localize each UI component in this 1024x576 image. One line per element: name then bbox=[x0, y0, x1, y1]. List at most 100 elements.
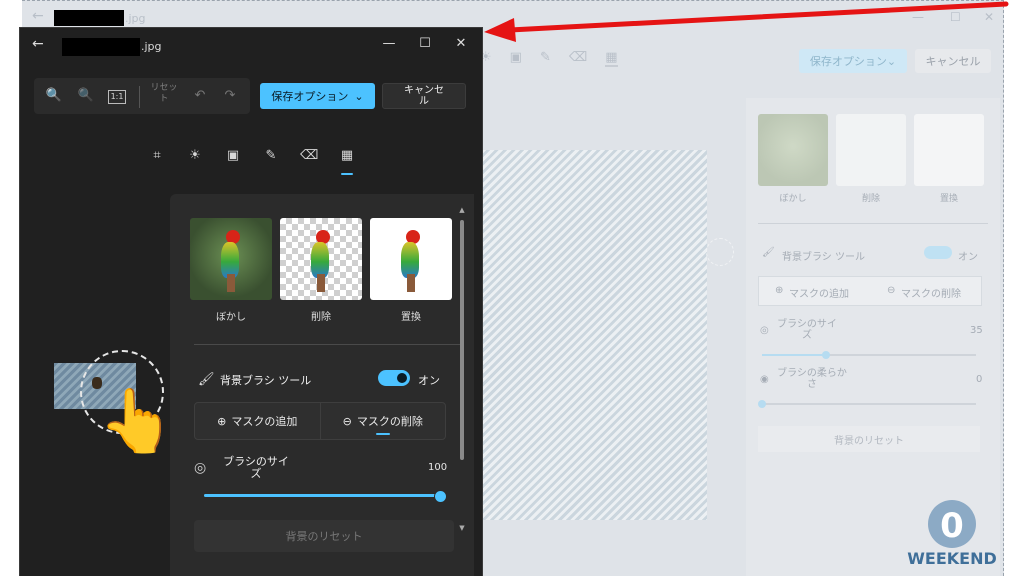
zoom-out-icon[interactable]: 🔍 bbox=[76, 86, 96, 106]
remove-mask-label: マスクの削除 bbox=[356, 415, 423, 428]
adjust-icon[interactable]: ☀ bbox=[186, 148, 204, 168]
brush-size-slider-thumb[interactable] bbox=[434, 490, 447, 503]
brush-icon: 🖌 bbox=[198, 372, 215, 387]
parrot-image bbox=[217, 230, 245, 292]
bg-minus-circle-icon: ⊖ bbox=[887, 285, 896, 296]
bg-thumb-replace[interactable] bbox=[914, 114, 984, 186]
bg-remove-mask-button[interactable]: マスクの削除 bbox=[901, 285, 961, 300]
remove-mask-button[interactable]: ⊖ マスクの削除 bbox=[319, 403, 446, 439]
bg-chevron-down-icon: ⌄ bbox=[886, 54, 897, 68]
bg-reset-background-button[interactable]: 背景のリセット bbox=[758, 426, 980, 452]
arrow-shaft bbox=[507, 1, 1009, 33]
brush-size-slider-fill bbox=[204, 494, 440, 497]
back-arrow-icon[interactable]: ← bbox=[32, 36, 44, 52]
cancel-button[interactable]: キャンセル bbox=[382, 83, 466, 109]
brush-size-value: 100 bbox=[428, 462, 448, 473]
bg-thumb-blur[interactable] bbox=[758, 114, 828, 186]
parrot-image bbox=[307, 230, 335, 292]
add-mask-button[interactable]: ⊕ マスクの追加 bbox=[195, 403, 320, 439]
scrollbar-thumb[interactable] bbox=[460, 220, 464, 460]
filter-icon[interactable]: ▣ bbox=[224, 148, 242, 168]
plus-circle-icon: ⊕ bbox=[217, 414, 227, 428]
bg-softness-slider-thumb[interactable] bbox=[758, 400, 766, 408]
bg-softness-label: ブラシの柔らかさ bbox=[777, 368, 847, 390]
reset-background-button[interactable]: 背景のリセット bbox=[194, 520, 454, 552]
file-extension: .jpg bbox=[141, 40, 162, 53]
bg-add-mask-button[interactable]: マスクの追加 bbox=[789, 285, 849, 300]
bg-softness-slider-track[interactable] bbox=[762, 403, 976, 405]
minimize-icon[interactable]: — bbox=[378, 36, 400, 56]
weekend-logo: 0 WEEKEND bbox=[907, 500, 997, 568]
close-icon[interactable]: ✕ bbox=[450, 36, 472, 56]
scroll-down-icon[interactable]: ▼ bbox=[458, 524, 466, 532]
bg-file-extension: .jpg bbox=[125, 12, 146, 25]
bg-photo-canvas[interactable] bbox=[482, 150, 707, 520]
cancel-label: キャンセル bbox=[404, 85, 444, 107]
background-panel: ぼかし 削除 置換 🖌 背景ブラシ ツール オン ⊕ マスクの追加 ⊖ マスクの… bbox=[170, 194, 474, 576]
title-bar: ← .jpg — ☐ ✕ bbox=[20, 28, 482, 64]
erase-icon[interactable]: ⌫ bbox=[300, 148, 318, 168]
chevron-down-icon: ⌄ bbox=[354, 89, 364, 103]
logo-wordmark: WEEKEND bbox=[907, 549, 997, 568]
thumb-label-replace: 置換 bbox=[401, 312, 421, 323]
brush-tool-toggle[interactable] bbox=[378, 370, 410, 386]
bg-divider bbox=[758, 223, 988, 224]
bg-filter-icon[interactable]: ▣ bbox=[510, 50, 522, 67]
bg-edit-tools: ☀ ▣ ✎ ⌫ ▦ bbox=[480, 50, 618, 67]
parrot-image bbox=[397, 230, 425, 292]
thumb-replace[interactable] bbox=[370, 218, 452, 300]
markup-icon[interactable]: ✎ bbox=[262, 148, 280, 168]
bg-size-label: ブラシのサイズ bbox=[777, 319, 837, 341]
bg-thumb-remove[interactable] bbox=[836, 114, 906, 186]
thumb-remove[interactable] bbox=[280, 218, 362, 300]
photo-editor-window: ← .jpg — ☐ ✕ 🔍 🔍 1:1 リセット ↶ ↷ 保存オプション ⌄ … bbox=[20, 28, 482, 576]
bg-size-slider-thumb[interactable] bbox=[822, 351, 831, 359]
bg-softness-icon: ◉ bbox=[760, 374, 769, 385]
brush-size-label: ブラシのサイズ bbox=[223, 455, 289, 480]
bg-thumb-label-blur: ぼかし bbox=[779, 194, 807, 204]
bg-back-icon[interactable]: ← bbox=[32, 8, 44, 24]
crop-icon[interactable]: ⌗ bbox=[148, 148, 166, 168]
actual-size-icon[interactable]: 1:1 bbox=[108, 90, 126, 104]
thumb-label-blur: ぼかし bbox=[216, 312, 246, 323]
bg-softness-value: 0 bbox=[976, 374, 983, 385]
bg-toggle-label: オン bbox=[958, 252, 978, 263]
brush-size-icon: ◎ bbox=[194, 460, 207, 476]
reset-button[interactable]: リセット bbox=[148, 83, 180, 105]
mask-segment-control: ⊕ マスクの追加 ⊖ マスクの削除 bbox=[194, 402, 446, 440]
pointing-hand-icon: 👆 bbox=[98, 384, 176, 457]
bg-cancel-button[interactable]: キャンセル bbox=[915, 49, 991, 73]
thumb-label-remove: 削除 bbox=[311, 312, 331, 323]
bg-save-label: 保存オプション bbox=[809, 55, 887, 68]
bg-size-value: 35 bbox=[970, 325, 983, 336]
maximize-icon[interactable]: ☐ bbox=[414, 36, 436, 56]
bg-brush-toggle[interactable] bbox=[924, 246, 952, 259]
bg-save-options-button[interactable]: 保存オプション ⌄ bbox=[799, 49, 907, 73]
edit-tool-bar: ⌗ ☀ ▣ ✎ ⌫ ▦ bbox=[148, 148, 356, 175]
redo-icon[interactable]: ↷ bbox=[220, 86, 240, 106]
bg-background-icon[interactable]: ▦ bbox=[605, 50, 618, 67]
bg-erase-icon[interactable]: ⌫ bbox=[569, 50, 587, 67]
toolbar-separator bbox=[139, 86, 140, 108]
thumb-blur[interactable] bbox=[190, 218, 272, 300]
background-icon[interactable]: ▦ bbox=[338, 148, 356, 175]
save-options-label: 保存オプション bbox=[271, 90, 349, 103]
bg-markup-icon[interactable]: ✎ bbox=[540, 50, 551, 67]
bg-thumb-label-replace: 置換 bbox=[939, 194, 958, 204]
panel-scrollbar[interactable]: ▲ ▼ bbox=[458, 206, 466, 536]
arrow-head bbox=[484, 18, 516, 42]
redacted-filename bbox=[62, 38, 140, 56]
bg-brush-tool-label: 背景ブラシ ツール bbox=[782, 252, 865, 263]
zoom-in-icon[interactable]: 🔍 bbox=[44, 86, 64, 106]
add-mask-label: マスクの追加 bbox=[231, 415, 298, 428]
save-options-button[interactable]: 保存オプション ⌄ bbox=[260, 83, 375, 109]
brush-tool-label: 背景ブラシ ツール bbox=[220, 374, 312, 387]
bg-brush-icon: 🖌 bbox=[762, 247, 775, 258]
undo-icon[interactable]: ↶ bbox=[190, 86, 210, 106]
scroll-up-icon[interactable]: ▲ bbox=[458, 206, 466, 214]
annotation-red-arrow bbox=[484, 1, 1009, 42]
logo-numeral: 0 bbox=[940, 506, 964, 546]
bg-size-icon: ◎ bbox=[760, 325, 769, 336]
panel-divider bbox=[194, 344, 460, 345]
bg-mask-segment: ⊕ マスクの追加 ⊖ マスクの削除 bbox=[758, 276, 982, 306]
